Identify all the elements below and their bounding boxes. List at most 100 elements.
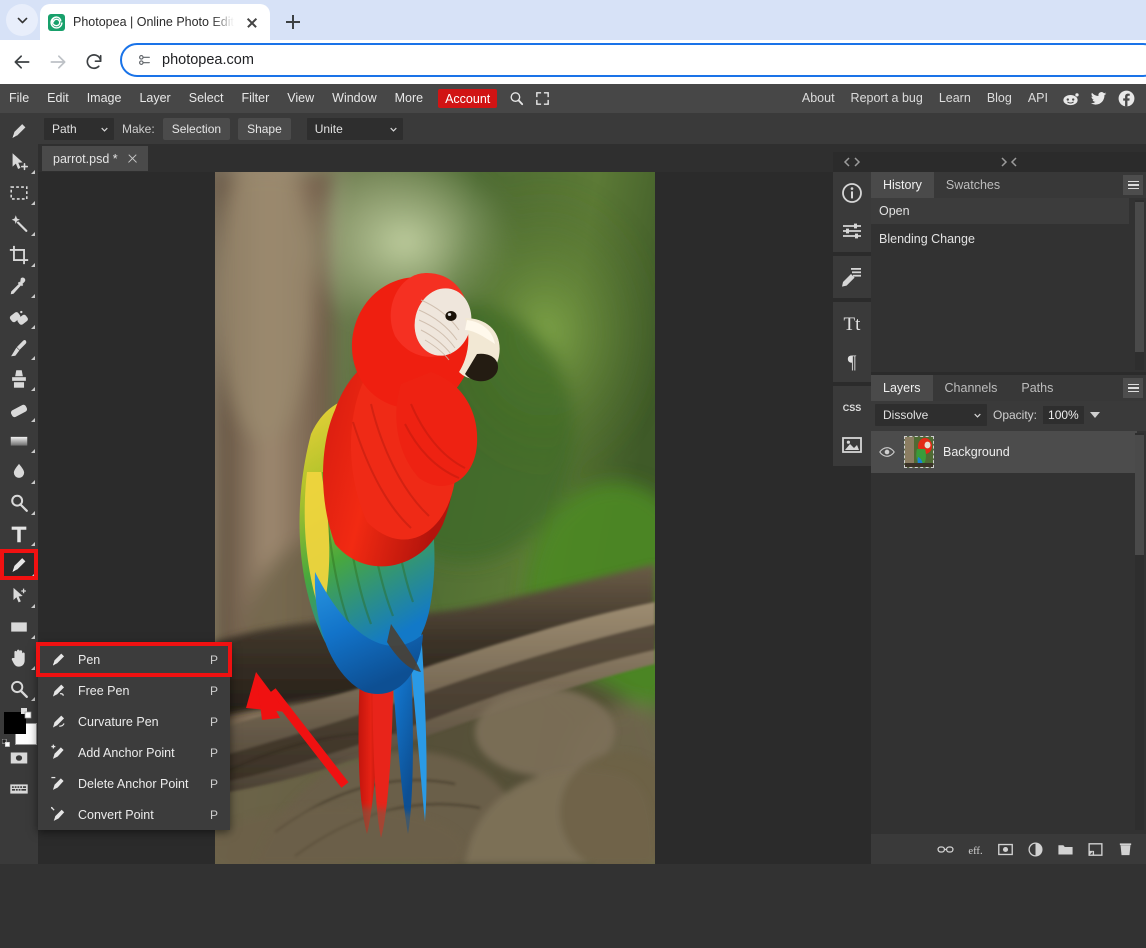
- css-panel-button[interactable]: CSS: [833, 388, 871, 426]
- tab-paths[interactable]: Paths: [1009, 375, 1065, 401]
- tab-history[interactable]: History: [871, 172, 934, 198]
- menu-edit[interactable]: Edit: [38, 84, 78, 113]
- curvature-pen-icon: [48, 712, 68, 732]
- menu-item-free-pen[interactable]: Free Pen P: [38, 675, 230, 706]
- brushes-panel-button[interactable]: [833, 258, 871, 296]
- menu-item-delete-anchor-point[interactable]: Delete Anchor Point P: [38, 768, 230, 799]
- tool-eyedropper[interactable]: [0, 270, 38, 301]
- fullscreen-icon[interactable]: [529, 84, 555, 113]
- quick-mask-button[interactable]: [0, 742, 38, 773]
- facebook-icon[interactable]: [1115, 88, 1137, 110]
- tool-eraser[interactable]: [0, 394, 38, 425]
- tool-dodge[interactable]: [0, 487, 38, 518]
- make-shape-button[interactable]: Shape: [238, 117, 291, 140]
- tool-move[interactable]: [0, 146, 38, 177]
- paintbrush-icon: [842, 268, 861, 287]
- menu-item-curvature-pen[interactable]: Curvature Pen P: [38, 706, 230, 737]
- rail-expand-handle[interactable]: [833, 152, 871, 172]
- blend-mode-select[interactable]: Dissolve: [875, 404, 987, 426]
- reddit-icon[interactable]: [1059, 88, 1081, 110]
- tool-pen[interactable]: [0, 549, 38, 580]
- menu-view[interactable]: View: [278, 84, 323, 113]
- history-item-open[interactable]: Open: [871, 198, 1129, 224]
- menu-image[interactable]: Image: [78, 84, 131, 113]
- tool-brush[interactable]: [0, 332, 38, 363]
- panels-collapse-handle[interactable]: [871, 152, 1146, 172]
- tool-rectangle[interactable]: [0, 611, 38, 642]
- eye-icon[interactable]: [879, 444, 895, 460]
- tool-zoom[interactable]: [0, 673, 38, 704]
- make-selection-button[interactable]: Selection: [162, 117, 231, 140]
- mask-icon[interactable]: [997, 841, 1014, 858]
- address-bar[interactable]: photopea.com: [120, 43, 1146, 77]
- half-circle-icon[interactable]: [1027, 841, 1044, 858]
- tool-clone-stamp[interactable]: [0, 363, 38, 394]
- tool-crop[interactable]: [0, 239, 38, 270]
- tool-hand[interactable]: [0, 642, 38, 673]
- link-icon[interactable]: [937, 841, 954, 858]
- photopea-favicon: [48, 13, 65, 31]
- tool-gradient[interactable]: [0, 425, 38, 456]
- tool-blur[interactable]: [0, 456, 38, 487]
- link-learn[interactable]: Learn: [931, 84, 979, 113]
- menu-item-pen[interactable]: Pen P: [36, 642, 232, 677]
- info-panel-button[interactable]: [833, 174, 871, 212]
- tool-path-selection[interactable]: [0, 580, 38, 611]
- image-panel-button[interactable]: [833, 426, 871, 464]
- menu-more[interactable]: More: [386, 84, 432, 113]
- path-operation-select[interactable]: Unite: [306, 117, 403, 140]
- tool-magic-wand[interactable]: [0, 208, 38, 239]
- new-tab-button[interactable]: [280, 9, 306, 35]
- swap-colors-icon[interactable]: [21, 708, 33, 720]
- tab-close-icon[interactable]: [242, 12, 262, 32]
- tab-channels[interactable]: Channels: [933, 375, 1010, 401]
- link-report-a-bug[interactable]: Report a bug: [843, 84, 931, 113]
- table-row[interactable]: Background: [871, 431, 1137, 473]
- tab-swatches[interactable]: Swatches: [934, 172, 1012, 198]
- tool-type[interactable]: [0, 518, 38, 549]
- image-canvas[interactable]: [215, 172, 655, 864]
- tool-rectangular-marquee[interactable]: [0, 177, 38, 208]
- twitter-icon[interactable]: [1087, 88, 1109, 110]
- new-layer-icon[interactable]: [1087, 841, 1104, 858]
- reload-button[interactable]: [80, 48, 108, 76]
- site-settings-icon[interactable]: [136, 52, 152, 68]
- keyboard-shortcuts-button[interactable]: [0, 773, 38, 804]
- paragraph-panel-button[interactable]: ¶: [833, 342, 871, 380]
- profile-chevron-button[interactable]: [6, 4, 38, 36]
- character-panel-button[interactable]: Tt: [833, 304, 871, 342]
- tool-spot-healing[interactable]: [0, 301, 38, 332]
- layer-list-scrollbar-thumb[interactable]: [1135, 435, 1144, 555]
- link-blog[interactable]: Blog: [979, 84, 1020, 113]
- tab-layers[interactable]: Layers: [871, 375, 933, 401]
- close-icon[interactable]: [127, 153, 138, 164]
- account-button[interactable]: Account: [438, 89, 498, 108]
- document-tab-parrot[interactable]: parrot.psd *: [42, 146, 148, 171]
- menu-window[interactable]: Window: [323, 84, 385, 113]
- panel-menu-icon[interactable]: [1123, 378, 1143, 398]
- menu-item-add-anchor-point[interactable]: Add Anchor Point P: [38, 737, 230, 768]
- link-about[interactable]: About: [794, 84, 843, 113]
- adjustments-panel-button[interactable]: [833, 212, 871, 250]
- fx-icon[interactable]: eff.: [967, 841, 984, 858]
- color-swatches[interactable]: [2, 708, 37, 747]
- layers-panel-tabs: Layers Channels Paths: [871, 375, 1146, 401]
- history-scrollbar-thumb[interactable]: [1135, 202, 1144, 352]
- menu-select[interactable]: Select: [180, 84, 233, 113]
- folder-icon[interactable]: [1057, 841, 1074, 858]
- forward-button[interactable]: [44, 48, 72, 76]
- link-api[interactable]: API: [1020, 84, 1056, 113]
- menu-file[interactable]: File: [0, 84, 38, 113]
- search-icon[interactable]: [503, 84, 529, 113]
- opacity-dropdown-icon[interactable]: [1089, 412, 1100, 418]
- browser-tab-photopea[interactable]: Photopea | Online Photo Edit: [40, 4, 270, 40]
- menu-filter[interactable]: Filter: [232, 84, 278, 113]
- back-button[interactable]: [8, 48, 36, 76]
- opacity-value[interactable]: 100%: [1043, 406, 1084, 424]
- panel-menu-icon[interactable]: [1123, 175, 1143, 195]
- menu-item-convert-point[interactable]: Convert Point P: [38, 799, 230, 830]
- trash-icon[interactable]: [1117, 841, 1134, 858]
- path-mode-select[interactable]: Path: [44, 117, 114, 140]
- history-item-blending-change[interactable]: Blending Change: [871, 226, 1129, 252]
- menu-layer[interactable]: Layer: [130, 84, 179, 113]
